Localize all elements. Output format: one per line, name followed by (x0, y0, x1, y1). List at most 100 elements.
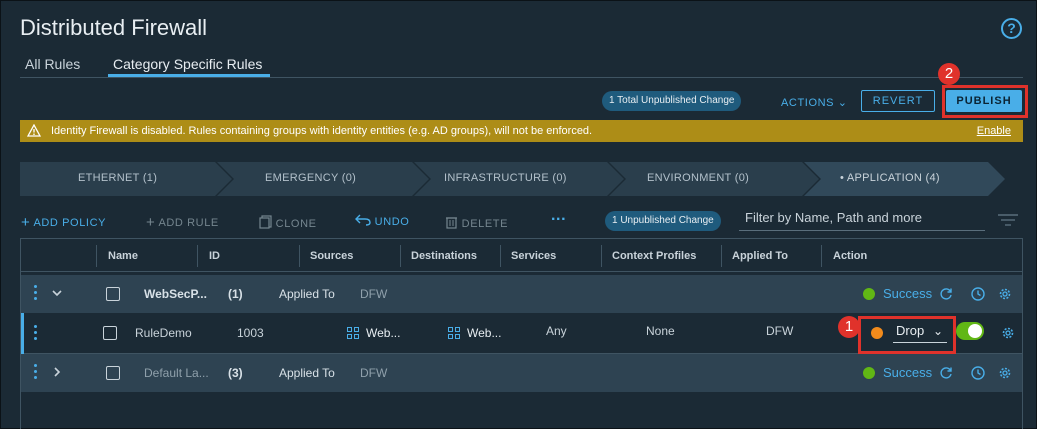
column-destinations[interactable]: Destinations (411, 250, 477, 262)
policy-checkbox[interactable] (106, 366, 120, 380)
success-status-icon (863, 367, 875, 379)
policy-status[interactable]: Success (883, 286, 932, 301)
actions-label: ACTIONS (781, 97, 835, 109)
success-status-icon (863, 288, 875, 300)
add-policy-label: ADD POLICY (33, 217, 107, 229)
undo-button[interactable]: UNDO (355, 213, 409, 228)
policy-rule-count: (3) (228, 366, 243, 380)
refresh-icon[interactable] (939, 366, 953, 380)
enable-link[interactable]: Enable (977, 120, 1011, 142)
policy-row[interactable]: Default La... (3) Applied To DFW Success (21, 354, 1022, 392)
rule-context-profiles[interactable]: None (646, 324, 675, 338)
column-sources[interactable]: Sources (310, 250, 353, 262)
help-icon[interactable]: ? (1001, 18, 1022, 39)
column-context-profiles[interactable]: Context Profiles (612, 250, 696, 262)
rules-grid: Name ID Sources Destinations Services Co… (20, 238, 1023, 429)
category-chevron-bar: ETHERNET (1) EMERGENCY (0) INFRASTRUCTUR… (20, 162, 1005, 196)
applied-to-value[interactable]: DFW (360, 366, 387, 380)
tab-all-rules[interactable]: All Rules (25, 56, 80, 72)
rule-name[interactable]: RuleDemo (135, 326, 192, 340)
clock-icon[interactable] (971, 366, 985, 380)
category-application[interactable]: • APPLICATION (4) (840, 172, 940, 184)
column-name[interactable]: Name (108, 250, 138, 262)
more-actions-button[interactable]: ... (551, 207, 566, 225)
column-separator (400, 245, 401, 267)
rule-checkbox[interactable] (103, 326, 117, 340)
tab-category-specific-rules[interactable]: Category Specific Rules (113, 56, 262, 72)
gear-icon[interactable] (1001, 326, 1015, 340)
rule-applied-to[interactable]: DFW (766, 324, 793, 338)
column-separator (197, 245, 198, 267)
undo-label: UNDO (374, 216, 410, 228)
clone-label: CLONE (275, 218, 317, 230)
undo-icon (355, 214, 371, 226)
identity-firewall-warning: Identity Firewall is disabled. Rules con… (20, 120, 1023, 142)
column-separator (299, 245, 300, 267)
revert-button[interactable]: REVERT (861, 90, 935, 112)
row-drag-handle-icon[interactable] (34, 364, 38, 380)
column-action[interactable]: Action (833, 250, 867, 262)
applied-to-value[interactable]: DFW (360, 287, 387, 301)
rule-row[interactable]: RuleDemo 1003 Web... Web... Any None DFW… (21, 313, 1022, 354)
filter-input[interactable]: Filter by Name, Path and more (739, 209, 985, 231)
total-unpublished-badge[interactable]: 1 Total Unpublished Change (602, 91, 742, 111)
pending-status-icon (871, 327, 883, 339)
gear-icon[interactable] (998, 287, 1012, 301)
policy-status[interactable]: Success (883, 365, 932, 380)
delete-button[interactable]: DELETE (445, 213, 508, 230)
plus-icon: + (21, 214, 31, 231)
rule-destinations[interactable]: Web... (467, 326, 501, 340)
category-ethernet[interactable]: ETHERNET (1) (78, 172, 157, 184)
add-rule-button[interactable]: + ADD RULE (146, 213, 219, 231)
chevron-down-icon[interactable] (52, 288, 62, 298)
publish-highlight-box (942, 85, 1028, 118)
plus-icon: + (146, 214, 156, 231)
column-applied-to[interactable]: Applied To (732, 250, 788, 262)
selected-row-indicator (21, 313, 24, 354)
column-separator (721, 245, 722, 267)
tab-bar: All Rules Category Specific Rules (20, 56, 1023, 78)
clone-icon (259, 215, 272, 229)
category-infrastructure[interactable]: INFRASTRUCTURE (0) (444, 172, 567, 184)
group-icon (347, 327, 359, 339)
policy-rule-count: (1) (228, 287, 243, 301)
add-policy-button[interactable]: + ADD POLICY (21, 213, 107, 231)
rule-services[interactable]: Any (546, 324, 567, 338)
column-separator (601, 245, 602, 267)
callout-badge-1: 1 (838, 316, 860, 338)
chevron-down-icon: ⌄ (837, 97, 848, 109)
applied-to-label: Applied To (279, 287, 335, 301)
delete-label: DELETE (461, 218, 509, 230)
column-separator (96, 245, 97, 267)
policy-name: WebSecP... (144, 287, 207, 301)
column-services[interactable]: Services (511, 250, 556, 262)
column-separator (821, 245, 822, 267)
policy-name: Default La... (144, 366, 209, 380)
action-select[interactable]: Drop ⌄ (893, 321, 947, 343)
warning-text: Identity Firewall is disabled. Rules con… (51, 125, 593, 137)
page-title: Distributed Firewall (20, 15, 208, 40)
group-icon (448, 327, 460, 339)
category-environment[interactable]: ENVIRONMENT (0) (647, 172, 749, 184)
column-id[interactable]: ID (209, 250, 220, 262)
category-emergency[interactable]: EMERGENCY (0) (265, 172, 356, 184)
active-tab-indicator (108, 74, 270, 77)
rule-sources[interactable]: Web... (366, 326, 400, 340)
refresh-icon[interactable] (939, 287, 953, 301)
trash-icon (446, 217, 457, 229)
row-drag-handle-icon[interactable] (34, 285, 38, 301)
actions-menu[interactable]: ACTIONS ⌄ (781, 96, 848, 109)
rule-enabled-toggle[interactable] (956, 322, 984, 340)
rule-id: 1003 (237, 326, 264, 340)
gear-icon[interactable] (998, 366, 1012, 380)
clock-icon[interactable] (971, 287, 985, 301)
filter-icon[interactable] (998, 214, 1018, 226)
unpublished-change-badge[interactable]: 1 Unpublished Change (605, 211, 721, 231)
chevron-right-icon[interactable] (52, 367, 62, 377)
action-value: Drop (896, 323, 925, 338)
policy-checkbox[interactable] (106, 287, 120, 301)
row-drag-handle-icon[interactable] (34, 325, 38, 341)
column-separator (500, 245, 501, 267)
policy-row[interactable]: WebSecP... (1) Applied To DFW Success (21, 275, 1022, 313)
clone-button[interactable]: CLONE (259, 213, 317, 230)
